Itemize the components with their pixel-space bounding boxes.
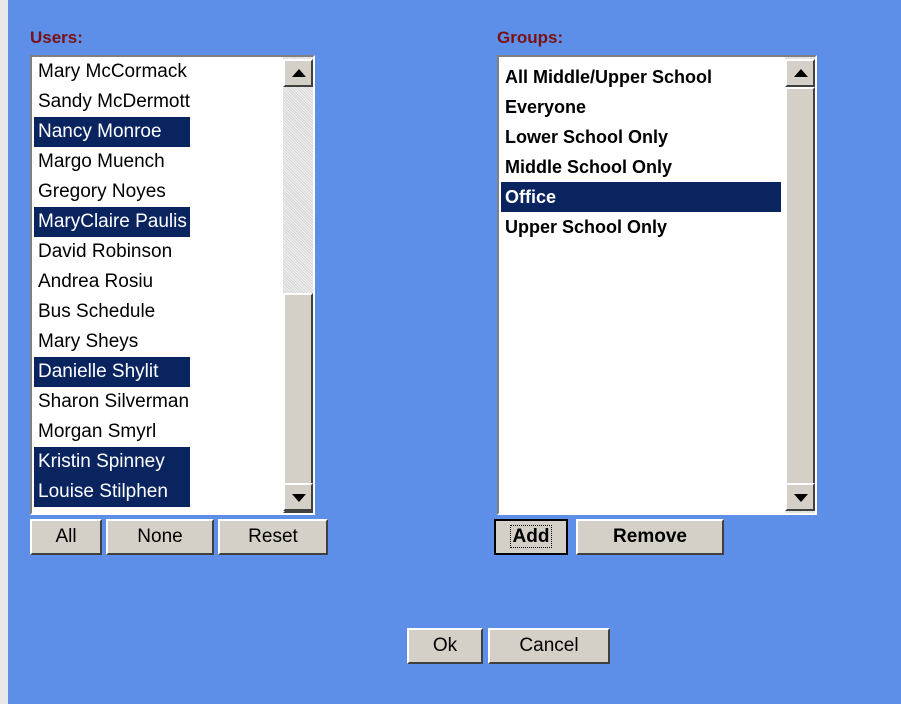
group-item[interactable]: Office <box>501 182 781 212</box>
groups-list-items: All Middle/Upper School Everyone Lower S… <box>501 62 781 242</box>
group-item[interactable]: Everyone <box>501 92 781 122</box>
group-item[interactable]: Lower School Only <box>501 122 781 152</box>
scroll-thumb[interactable] <box>785 87 815 485</box>
user-item[interactable]: MaryClaire Paulis <box>34 207 191 237</box>
add-button-label: Add <box>509 525 553 548</box>
users-listbox[interactable]: Mary McCormack Sandy McDermott Nancy Mon… <box>30 55 315 515</box>
window-left-edge <box>0 0 8 704</box>
group-item[interactable]: All Middle/Upper School <box>501 62 781 92</box>
user-item[interactable]: Kristin Spinney <box>34 447 191 477</box>
reset-button[interactable]: Reset <box>218 519 328 555</box>
user-item[interactable]: Andrea Rosiu <box>34 267 190 297</box>
scroll-up-button[interactable] <box>785 59 815 87</box>
add-button[interactable]: Add <box>494 519 568 555</box>
user-item[interactable]: David Robinson <box>34 237 190 267</box>
user-item[interactable]: Gregory Noyes <box>34 177 190 207</box>
arrow-up-icon <box>292 69 306 77</box>
remove-button[interactable]: Remove <box>576 519 724 555</box>
all-button[interactable]: All <box>30 519 102 555</box>
scroll-down-button[interactable] <box>785 483 815 511</box>
user-item[interactable]: Nancy Monroe <box>34 117 191 147</box>
user-item[interactable]: Sandy McDermott <box>34 87 190 117</box>
user-item[interactable]: Mary McCormack <box>34 57 190 87</box>
arrow-up-icon <box>794 69 808 77</box>
groups-listbox[interactable]: All Middle/Upper School Everyone Lower S… <box>497 55 817 515</box>
groups-label: Groups: <box>497 28 564 47</box>
user-item[interactable]: Margo Muench <box>34 147 190 177</box>
groups-scrollbar[interactable] <box>785 57 815 513</box>
users-list-items: Mary McCormack Sandy McDermott Nancy Mon… <box>34 57 191 507</box>
arrow-down-icon <box>292 494 306 502</box>
users-label: Users: <box>30 28 83 47</box>
group-item[interactable]: Middle School Only <box>501 152 781 182</box>
scroll-up-button[interactable] <box>283 59 313 87</box>
user-item[interactable]: Mary Sheys <box>34 327 190 357</box>
none-button[interactable]: None <box>106 519 214 555</box>
users-scrollbar[interactable] <box>283 57 313 513</box>
cancel-button[interactable]: Cancel <box>488 628 610 664</box>
arrow-down-icon <box>794 494 808 502</box>
ok-button[interactable]: Ok <box>407 628 483 664</box>
scroll-down-button[interactable] <box>283 483 313 511</box>
user-item[interactable]: Sharon Silverman <box>34 387 190 417</box>
user-item[interactable]: Danielle Shylit <box>34 357 191 387</box>
user-item[interactable]: Louise Stilphen <box>34 477 191 507</box>
group-item[interactable]: Upper School Only <box>501 212 781 242</box>
scroll-thumb[interactable] <box>283 293 313 513</box>
user-item[interactable]: Morgan Smyrl <box>34 417 190 447</box>
user-item[interactable]: Bus Schedule <box>34 297 190 327</box>
